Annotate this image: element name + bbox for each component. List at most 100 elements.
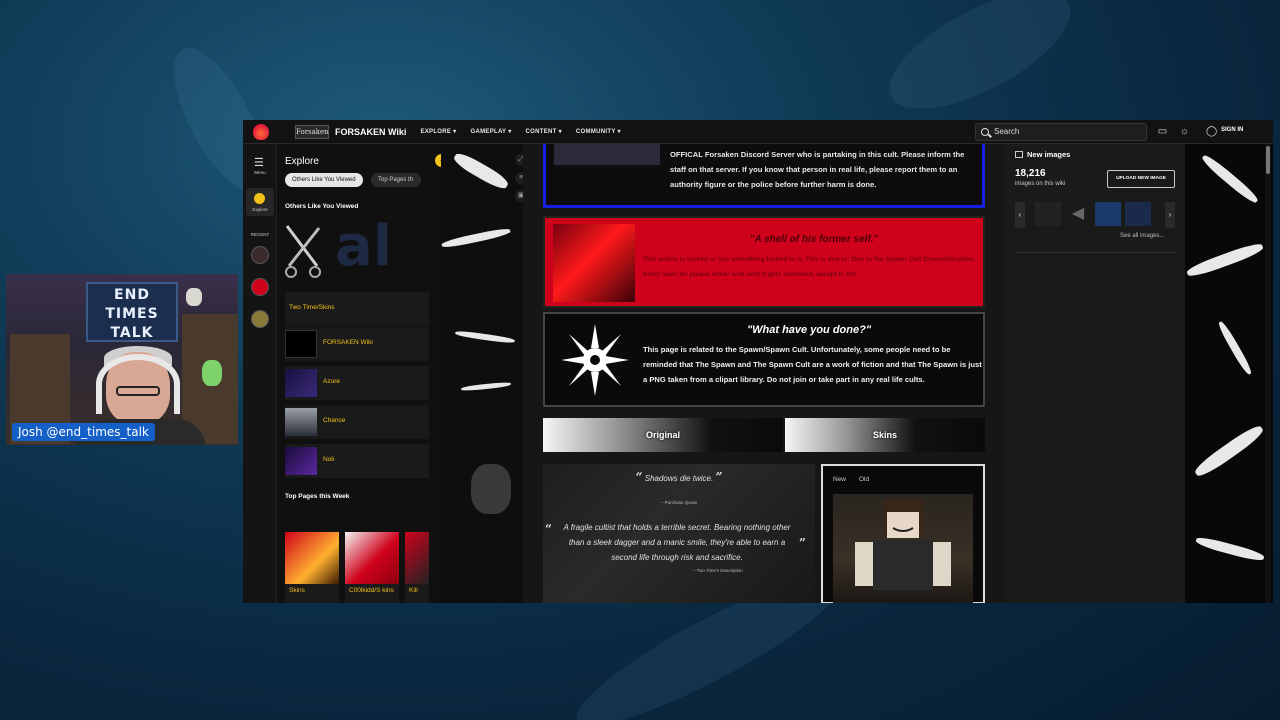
purchase-quote: “ Shadows die twice. ” (543, 470, 815, 484)
recent-wiki-1-icon[interactable] (251, 246, 269, 264)
rail-menu-label: Menu (254, 170, 266, 175)
list-item[interactable]: Noli (285, 444, 429, 478)
banner-art: al (335, 214, 392, 279)
menu-icon[interactable]: ☰ (254, 156, 264, 169)
purchase-quote-cite: – Purchase Quote (660, 500, 698, 505)
explore-icon (254, 193, 265, 204)
wiki-background-art (441, 144, 523, 603)
nav-content[interactable]: CONTENT (526, 128, 562, 135)
brush-stroke (1199, 152, 1261, 206)
page-scrollbar[interactable] (1265, 144, 1271, 603)
theme-toggle-icon[interactable]: ☼ (1179, 126, 1190, 137)
top-page-card[interactable]: Skins (285, 532, 339, 603)
skull-decoration (186, 288, 202, 306)
top-page-card[interactable]: Kill (405, 532, 429, 603)
warning-text: OFFICAL Forsaken Discord Server who is p… (670, 150, 965, 189)
thumbnail (285, 330, 317, 358)
spawn-symbol-icon (561, 324, 629, 396)
thumbnail (285, 532, 339, 584)
brush-stroke (1192, 422, 1266, 480)
open-quote-icon: “ (635, 470, 643, 484)
recent-wiki-3-icon[interactable] (251, 310, 269, 328)
user-icon[interactable]: ◯ (1206, 126, 1217, 137)
nav-gameplay[interactable]: GAMEPLAY (471, 128, 512, 135)
thumbnail (285, 369, 317, 397)
scissors-image (285, 225, 321, 278)
character-infobox: New Old (821, 464, 985, 603)
tab-skins[interactable]: Skins (785, 418, 985, 452)
brush-stroke (1194, 535, 1266, 563)
nav-community[interactable]: COMMUNITY (576, 128, 621, 135)
scrollbar-thumb[interactable] (1266, 146, 1270, 174)
infobox-tab-new[interactable]: New (833, 476, 846, 483)
nav-explore[interactable]: EXPLORE (420, 128, 456, 135)
list-item[interactable]: Two Time/Skins (285, 292, 429, 326)
list-item[interactable]: Chance (285, 405, 429, 439)
section-others-viewed: Others Like You Viewed (285, 203, 359, 210)
upload-image-button[interactable]: UPLOAD NEW IMAGE (1107, 170, 1175, 188)
carousel-next-icon[interactable]: › (1165, 202, 1175, 228)
search-placeholder: Search (994, 127, 1020, 136)
thumbnail (285, 408, 317, 436)
wiki-name-link[interactable]: FORSAKEN Wiki (335, 127, 406, 137)
images-count-label: images on this wiki (1015, 181, 1066, 187)
background-streak (872, 0, 1088, 133)
image-thumbnail[interactable] (1035, 202, 1061, 226)
search-icon (981, 128, 989, 136)
brush-stroke (454, 329, 516, 345)
search-input[interactable]: Search (975, 123, 1147, 141)
wiki-logo[interactable]: Forsaken (295, 124, 329, 139)
new-images-title: New images (1027, 150, 1071, 159)
image-icon (1015, 151, 1023, 158)
image-thumbnail[interactable] (1095, 202, 1121, 226)
spawn-notice-heading: "What have you done?" (746, 324, 872, 336)
description-quote: A fragile cultist that holds a terrible … (563, 523, 791, 562)
toy-decoration (202, 360, 222, 386)
global-rail: ☰ Menu Explore RECENT (243, 144, 277, 603)
browser-window: Forsaken FORSAKEN Wiki EXPLORE GAMEPLAY … (243, 120, 1273, 603)
infobox-tab-old[interactable]: Old (859, 476, 869, 483)
recent-wiki-2-icon[interactable] (251, 278, 269, 296)
top-page-card[interactable]: C00lkidd/S kins (345, 532, 399, 603)
headset (96, 354, 180, 414)
sign-in-link[interactable]: SIGN IN (1221, 127, 1243, 133)
right-sidebar: New images 18,216 images on this wiki UP… (1005, 144, 1185, 603)
list-item-label: Chance (323, 417, 346, 424)
list-item[interactable]: Azure (285, 366, 429, 400)
brush-stroke (1185, 240, 1265, 280)
channel-banner: END TIMES TALK (86, 282, 178, 342)
wiki-background-art (1185, 144, 1273, 603)
purchase-quote-text: Shadows die twice. (644, 474, 714, 483)
see-all-images-link[interactable]: See all images... (1120, 233, 1164, 239)
close-quote-icon: ” (799, 536, 806, 550)
tab-original[interactable]: Original (543, 418, 783, 452)
discussions-icon[interactable]: ▭ (1157, 126, 1168, 137)
character-image (833, 494, 973, 603)
thumbnail (345, 532, 399, 584)
brush-stroke (460, 381, 512, 392)
tab-top-pages[interactable]: Top Pages th (371, 173, 421, 187)
rail-recent-label: RECENT (250, 232, 270, 237)
list-item[interactable]: FORSAKEN Wiki (285, 327, 429, 361)
locked-article-box: "A shell of his former self." This artic… (543, 216, 985, 308)
tab-others-like-you-viewed[interactable]: Others Like You Viewed (285, 173, 363, 187)
list-item-label: Noli (323, 456, 335, 463)
locked-text: This article is locked or has something … (643, 256, 976, 278)
top-page-label: Kill (409, 587, 418, 594)
spawn-notice-text: This page is related to the Spawn/Spawn … (643, 345, 982, 384)
image-thumbnail[interactable] (1125, 202, 1151, 226)
fandom-logo-icon[interactable] (253, 123, 269, 140)
top-page-label: C00lkidd/S kins (349, 587, 394, 594)
list-item-label: Azure (323, 378, 340, 385)
character-tabs: Original Skins (543, 418, 985, 452)
brush-stroke (471, 464, 511, 514)
streamer-name-tag: Josh @end_times_talk (12, 423, 155, 441)
brush-stroke (1216, 320, 1254, 376)
close-quote-icon: ” (715, 470, 723, 484)
section-top-pages: Top Pages this Week (285, 493, 350, 500)
list-item-label: FORSAKEN Wiki (323, 339, 373, 346)
locked-image (553, 224, 635, 302)
brush-stroke (451, 149, 511, 193)
speaker-thumbnail[interactable]: ◀ (1065, 202, 1091, 226)
carousel-prev-icon[interactable]: ‹ (1015, 202, 1025, 228)
